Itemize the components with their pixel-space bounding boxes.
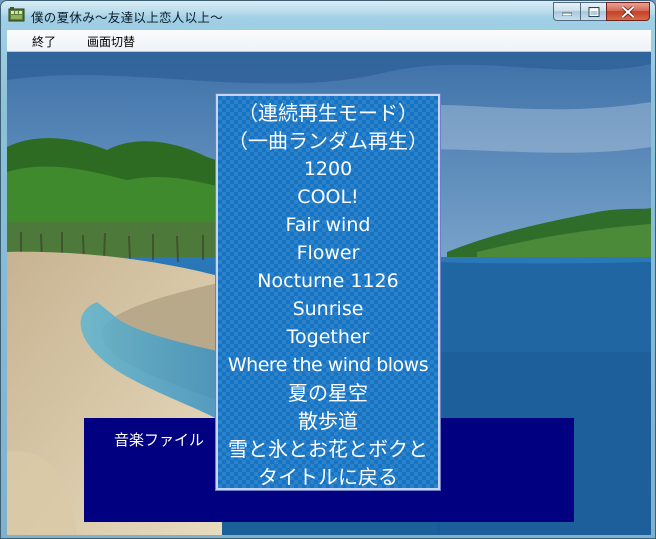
caption-buttons xyxy=(553,2,650,22)
close-button[interactable] xyxy=(606,2,650,21)
menu-option-track-flower[interactable]: Flower xyxy=(218,239,438,267)
minimize-button[interactable] xyxy=(553,2,580,21)
maximize-button[interactable] xyxy=(580,2,606,21)
menu-option-return-to-title[interactable]: タイトルに戻る xyxy=(218,463,438,491)
title-bar[interactable]: 僕の夏休み〜友達以上恋人以上〜 xyxy=(1,1,655,30)
menu-option-track-nocturne-1126[interactable]: Nocturne 1126 xyxy=(218,267,438,295)
menu-bar: 終了 画面切替 xyxy=(7,30,651,52)
minimize-icon xyxy=(562,12,572,16)
menu-option-random-play[interactable]: （一曲ランダム再生） xyxy=(218,127,438,155)
app-icon[interactable] xyxy=(8,6,25,23)
message-text: 音楽ファイル xyxy=(114,431,205,449)
menu-option-continuous-play[interactable]: （連続再生モード） xyxy=(218,99,438,127)
menu-option-track-fair-wind[interactable]: Fair wind xyxy=(218,211,438,239)
maximize-icon xyxy=(588,6,599,17)
window-title: 僕の夏休み〜友達以上恋人以上〜 xyxy=(31,10,224,25)
menu-option-track-together[interactable]: Together xyxy=(218,323,438,351)
application-window: 僕の夏休み〜友達以上恋人以上〜 終了 画面切替 音楽ファイル （連続再生モード）… xyxy=(0,0,656,539)
music-list: （連続再生モード） （一曲ランダム再生） 1200 COOL! Fair win… xyxy=(218,99,438,491)
menu-option-track-yuki-to-koori[interactable]: 雪と氷とお花とボクと xyxy=(218,435,438,463)
menu-option-track-sunrise[interactable]: Sunrise xyxy=(218,295,438,323)
menu-option-track-1200[interactable]: 1200 xyxy=(218,155,438,183)
menu-option-track-cool[interactable]: COOL! xyxy=(218,183,438,211)
menu-option-track-where-the-wind-blows[interactable]: Where the wind blows xyxy=(218,351,438,379)
game-screen: 音楽ファイル （連続再生モード） （一曲ランダム再生） 1200 COOL! F… xyxy=(7,52,651,535)
menu-option-track-sanpomichi[interactable]: 散歩道 xyxy=(218,407,438,435)
music-select-menu: （連続再生モード） （一曲ランダム再生） 1200 COOL! Fair win… xyxy=(215,93,441,491)
menu-option-track-natsu-no-hoshizora[interactable]: 夏の星空 xyxy=(218,379,438,407)
close-icon xyxy=(622,6,634,17)
menu-screen-toggle[interactable]: 画面切替 xyxy=(87,33,135,50)
menu-exit[interactable]: 終了 xyxy=(32,33,56,50)
